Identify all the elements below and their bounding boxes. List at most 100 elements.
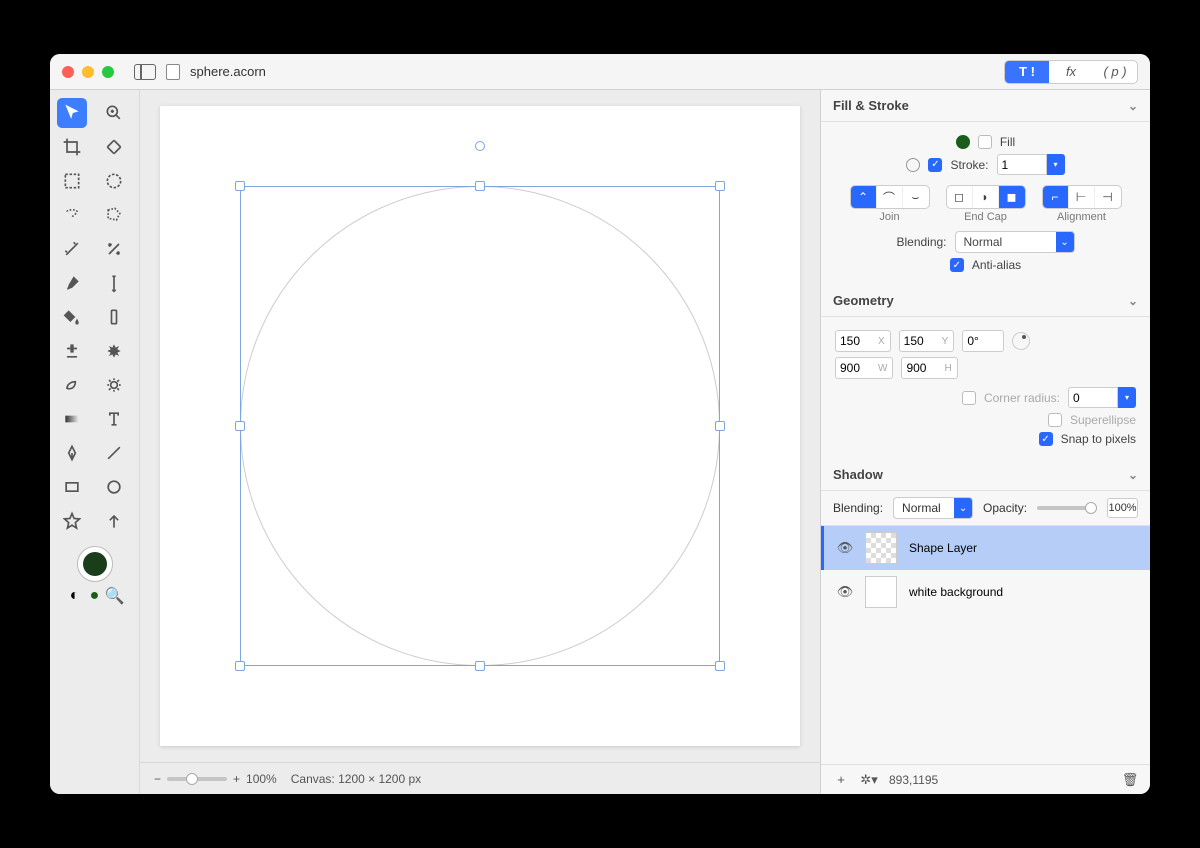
layer-row[interactable]: 👁 white background bbox=[821, 570, 1150, 614]
swap-colors-icon[interactable]: ◐ bbox=[67, 588, 83, 604]
burn-tool[interactable] bbox=[99, 370, 129, 400]
endcap-round[interactable]: ◗ bbox=[973, 186, 999, 208]
corner-radius-checkbox[interactable] bbox=[962, 391, 976, 405]
align-inside[interactable]: ⌐ bbox=[1043, 186, 1069, 208]
endcap-butt[interactable]: ◻ bbox=[947, 186, 973, 208]
visibility-icon[interactable]: 👁 bbox=[837, 540, 853, 556]
eraser-tool[interactable] bbox=[99, 302, 129, 332]
blending-label: Blending: bbox=[896, 235, 946, 249]
layer-opacity-slider[interactable] bbox=[1037, 506, 1097, 510]
sidebar-toggle-icon[interactable] bbox=[134, 64, 156, 80]
layer-row[interactable]: 👁 Shape Layer bbox=[821, 526, 1150, 570]
handle-w[interactable] bbox=[235, 421, 245, 431]
brush-tool[interactable] bbox=[57, 268, 87, 298]
join-round[interactable]: ⌒ bbox=[877, 186, 903, 208]
rect-select-tool[interactable] bbox=[57, 166, 87, 196]
crop-tool[interactable] bbox=[57, 132, 87, 162]
dodge-tool[interactable] bbox=[57, 370, 87, 400]
gradient-tool[interactable] bbox=[57, 404, 87, 434]
pencil-tool[interactable] bbox=[99, 268, 129, 298]
corner-radius-stepper[interactable]: ▾ bbox=[1118, 387, 1136, 408]
handle-n[interactable] bbox=[475, 181, 485, 191]
arrow-tool[interactable] bbox=[99, 506, 129, 536]
layer-opacity-value[interactable]: 100% bbox=[1107, 498, 1138, 518]
handle-e[interactable] bbox=[715, 421, 725, 431]
tab-text-tool[interactable]: T ! bbox=[1005, 61, 1049, 83]
handle-se[interactable] bbox=[715, 661, 725, 671]
zoom-in-button[interactable]: + bbox=[233, 772, 240, 786]
handle-ne[interactable] bbox=[715, 181, 725, 191]
handle-rotate[interactable] bbox=[475, 141, 485, 151]
zoom-slider[interactable] bbox=[167, 777, 227, 781]
chevron-down-icon[interactable]: ⌄ bbox=[1128, 294, 1138, 308]
visibility-icon[interactable]: 👁 bbox=[837, 584, 853, 600]
chevron-down-icon[interactable]: ⌄ bbox=[1128, 99, 1138, 113]
wand-tool[interactable] bbox=[57, 234, 87, 264]
poly-lasso-tool[interactable] bbox=[99, 200, 129, 230]
join-bevel[interactable]: ⌣ bbox=[903, 186, 929, 208]
corner-radius-field[interactable] bbox=[1068, 387, 1118, 408]
handle-s[interactable] bbox=[475, 661, 485, 671]
clone-tool[interactable] bbox=[57, 336, 87, 366]
align-center[interactable]: ⊢ bbox=[1069, 186, 1095, 208]
pan-tool[interactable] bbox=[99, 132, 129, 162]
chevron-down-icon[interactable]: ⌄ bbox=[1128, 468, 1138, 482]
handle-nw[interactable] bbox=[235, 181, 245, 191]
layer-blending-select[interactable]: Normal bbox=[893, 497, 973, 519]
heal-tool[interactable] bbox=[99, 336, 129, 366]
minimize-window-button[interactable] bbox=[82, 66, 94, 78]
angle-wheel[interactable] bbox=[1012, 332, 1030, 350]
tab-p[interactable]: ( p ) bbox=[1093, 61, 1137, 83]
fill-checkbox[interactable] bbox=[978, 135, 992, 149]
antialias-label: Anti-alias bbox=[972, 258, 1021, 272]
width-field[interactable]: W bbox=[835, 357, 893, 379]
close-window-button[interactable] bbox=[62, 66, 74, 78]
endcap-square[interactable]: ◼ bbox=[999, 186, 1025, 208]
text-tool[interactable] bbox=[99, 404, 129, 434]
shadow-header[interactable]: Shadow ⌄ bbox=[821, 459, 1150, 491]
zoom-tool[interactable] bbox=[99, 98, 129, 128]
snap-checkbox[interactable]: ✓ bbox=[1039, 432, 1053, 446]
handle-sw[interactable] bbox=[235, 661, 245, 671]
delete-layer-button[interactable]: 🗑 bbox=[1122, 772, 1138, 788]
stroke-swatch[interactable] bbox=[906, 158, 920, 172]
line-tool[interactable] bbox=[99, 438, 129, 468]
quick-mask-tool[interactable] bbox=[99, 234, 129, 264]
layer-name: white background bbox=[909, 585, 1003, 599]
stroke-width-stepper[interactable]: ▾ bbox=[1047, 154, 1065, 175]
superellipse-checkbox[interactable] bbox=[1048, 413, 1062, 427]
x-field[interactable]: X bbox=[835, 330, 891, 352]
layer-options-button[interactable]: ✲▾ bbox=[861, 772, 877, 788]
angle-field[interactable] bbox=[962, 330, 1004, 352]
blending-select[interactable]: Normal bbox=[955, 231, 1075, 253]
maximize-window-button[interactable] bbox=[102, 66, 114, 78]
stroke-width-field[interactable] bbox=[997, 154, 1047, 175]
canvas[interactable] bbox=[160, 106, 800, 746]
fill-swatch[interactable] bbox=[956, 135, 970, 149]
corner-radius-label: Corner radius: bbox=[984, 391, 1060, 405]
join-miter[interactable]: ⌃ bbox=[851, 186, 877, 208]
ellipse-shape-tool[interactable] bbox=[99, 472, 129, 502]
height-field[interactable]: H bbox=[901, 357, 957, 379]
layer-blending-label: Blending: bbox=[833, 501, 883, 515]
y-field[interactable]: Y bbox=[899, 330, 955, 352]
fill-stroke-header[interactable]: Fill & Stroke ⌄ bbox=[821, 90, 1150, 122]
star-tool[interactable] bbox=[57, 506, 87, 536]
eyedropper-icon[interactable]: 🔍 bbox=[107, 588, 123, 604]
fill-tool[interactable] bbox=[57, 302, 87, 332]
foreground-color-well[interactable] bbox=[77, 546, 113, 582]
traffic-lights bbox=[62, 66, 114, 78]
rect-shape-tool[interactable] bbox=[57, 472, 87, 502]
add-layer-button[interactable]: + bbox=[833, 772, 849, 788]
align-outside[interactable]: ⊣ bbox=[1095, 186, 1121, 208]
tab-fx[interactable]: fx bbox=[1049, 61, 1093, 83]
geometry-header[interactable]: Geometry ⌄ bbox=[821, 285, 1150, 317]
pen-tool[interactable] bbox=[57, 438, 87, 468]
move-tool[interactable] bbox=[57, 98, 87, 128]
ellipse-select-tool[interactable] bbox=[99, 166, 129, 196]
stroke-checkbox[interactable]: ✓ bbox=[928, 158, 942, 172]
lasso-tool[interactable] bbox=[57, 200, 87, 230]
antialias-checkbox[interactable]: ✓ bbox=[950, 258, 964, 272]
default-colors-icon[interactable]: ● bbox=[87, 588, 103, 604]
zoom-out-button[interactable]: − bbox=[154, 772, 161, 786]
